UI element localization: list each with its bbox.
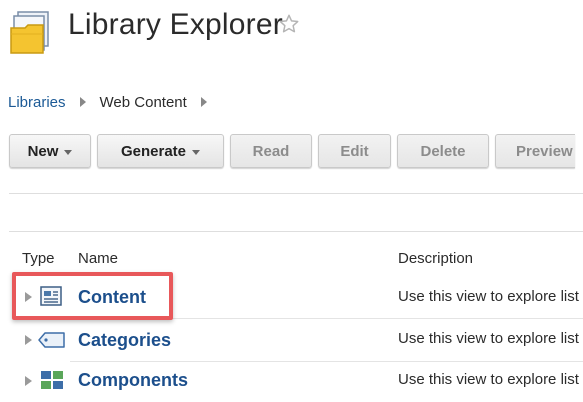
table-row[interactable]: Components Use this view to explore list (9, 364, 583, 402)
row-name-link[interactable]: Content (78, 287, 146, 308)
component-grid-icon (40, 370, 64, 395)
divider (9, 231, 583, 232)
expand-arrow-icon[interactable] (25, 292, 32, 302)
generate-button[interactable]: Generate (97, 134, 224, 168)
generate-button-label: Generate (120, 142, 187, 160)
row-description: Use this view to explore list (398, 330, 579, 347)
read-button[interactable]: Read (230, 134, 312, 168)
column-header-name[interactable]: Name (78, 250, 118, 267)
page-title: Library Explorer (68, 8, 283, 41)
table-row[interactable]: Categories Use this view to explore list (9, 321, 583, 359)
content-view-icon (40, 286, 62, 311)
star-outline-icon[interactable] (278, 13, 300, 35)
divider (9, 193, 583, 194)
breadcrumb: Libraries Web Content (8, 92, 221, 112)
expand-arrow-icon[interactable] (25, 335, 32, 345)
tag-icon (38, 332, 66, 353)
new-button-label: New (27, 142, 59, 160)
breadcrumb-separator-icon[interactable] (200, 97, 207, 107)
breadcrumb-libraries-link[interactable]: Libraries (8, 94, 66, 111)
page-header: Library Explorer (0, 0, 583, 80)
new-button[interactable]: New (9, 134, 91, 168)
expand-arrow-icon[interactable] (25, 376, 32, 386)
folder-library-icon (10, 10, 50, 54)
preview-button[interactable]: Preview (495, 134, 575, 168)
breadcrumb-separator-icon (79, 97, 86, 107)
delete-button[interactable]: Delete (397, 134, 489, 168)
column-header-type[interactable]: Type (22, 250, 55, 267)
breadcrumb-current: Web Content (99, 93, 187, 111)
toolbar: New Generate Read Edit Delete Preview (9, 134, 575, 170)
column-header-description[interactable]: Description (398, 250, 473, 267)
row-description: Use this view to explore list (398, 371, 579, 388)
chevron-down-icon (192, 149, 201, 155)
row-name-link[interactable]: Categories (78, 330, 171, 351)
chevron-down-icon (64, 149, 73, 155)
row-divider (70, 361, 583, 362)
row-divider (70, 318, 583, 319)
edit-button[interactable]: Edit (318, 134, 391, 168)
row-description: Use this view to explore list (398, 288, 579, 305)
table-row[interactable]: Content Use this view to explore list (9, 278, 583, 316)
